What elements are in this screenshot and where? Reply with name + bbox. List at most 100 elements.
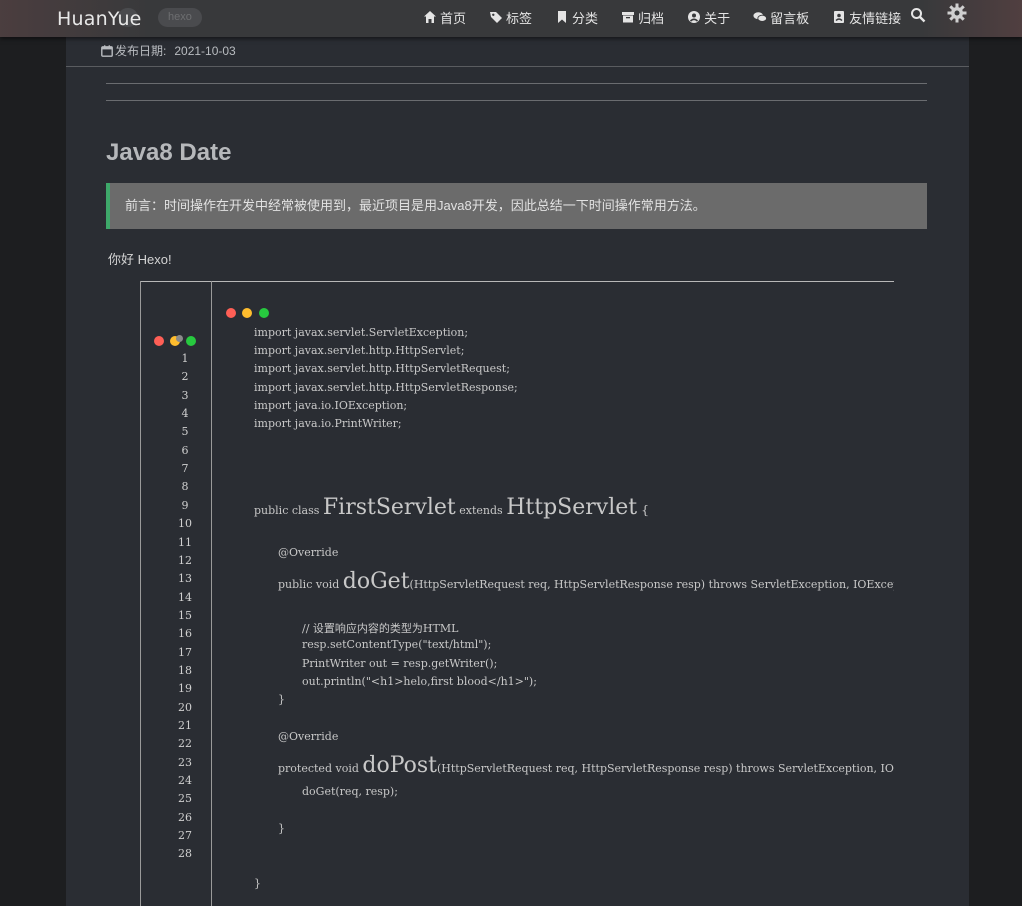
window-dot-green — [259, 308, 269, 318]
code-block: 1 2 3 4 5 6 7 8 9 10 11 12 13 14 15 16 17 18 19 20 21 22 23 24 2… — [140, 281, 894, 906]
code-token: extends — [455, 504, 507, 517]
tag-icon — [490, 12, 503, 23]
code-token: public class — [254, 504, 323, 517]
code-frame-border — [140, 281, 894, 282]
home-icon — [424, 11, 436, 23]
publish-date: 发布日期: 2021-10-03 — [101, 42, 236, 59]
nav-item-friend-links[interactable]: 友情链接 — [832, 7, 901, 27]
code-comment: // 设置响应内容的类型为HTML — [302, 622, 459, 635]
gutter-dot-red — [154, 336, 164, 346]
line-number: 10 — [178, 517, 192, 531]
line-number: 23 — [178, 755, 192, 769]
code-line: out.println("<h1>helo,first blood</h1>")… — [302, 675, 537, 688]
line-number: 20 — [178, 700, 192, 714]
code-token: protected void — [278, 762, 363, 775]
line-number: 1 — [181, 352, 189, 365]
line-number: 3 — [181, 388, 189, 402]
code-token: HttpServlet — [506, 495, 638, 520]
nav-item-tags[interactable]: 标签 — [489, 7, 532, 27]
nav-item-archives[interactable]: 归档 — [621, 7, 664, 27]
line-number: 24 — [178, 774, 192, 788]
line-number: 25 — [178, 792, 192, 806]
gutter-dot-overlap — [176, 335, 183, 342]
nav-menu: 首页 标签 分类 归档 关于 留言板 友情链接 — [423, 7, 924, 27]
gutter-divider — [211, 281, 212, 906]
window-dot-yellow — [242, 308, 252, 318]
line-number: 17 — [178, 645, 192, 659]
line-number: 14 — [178, 590, 192, 604]
line-number: 26 — [178, 810, 192, 824]
search-icon[interactable] — [910, 7, 926, 23]
publish-date-value: 2021-10-03 — [174, 43, 236, 58]
line-number: 18 — [178, 663, 192, 677]
line-number: 15 — [178, 608, 192, 622]
code-line: import javax.servlet.http.HttpServletRes… — [254, 381, 518, 394]
code-line: doGet(req, resp); — [302, 785, 398, 798]
nav-item-label: 归档 — [638, 10, 665, 26]
nav-item-categories[interactable]: 分类 — [555, 7, 598, 27]
line-number: 6 — [181, 443, 189, 457]
line-number: 27 — [178, 829, 192, 843]
nav-item-home[interactable]: 首页 — [423, 7, 466, 27]
line-number: 4 — [181, 407, 189, 421]
code-line: import java.io.IOException; — [254, 399, 408, 412]
line-number: 16 — [178, 627, 192, 641]
line-number: 21 — [178, 719, 192, 732]
archive-icon — [622, 12, 635, 23]
top-navbar: hexo HuanYue 首页 标签 分类 归档 关于 留言板 友情链接 — [0, 0, 1022, 37]
publish-date-label: 发布日期: — [115, 44, 167, 58]
code-line: } — [278, 693, 285, 706]
line-number: 8 — [181, 480, 189, 494]
code-token: doGet — [342, 569, 410, 594]
nav-item-label: 关于 — [704, 10, 731, 26]
navbar-shade-right — [922, 0, 1022, 37]
code-line: resp.setContentType("text/html"); — [302, 638, 492, 651]
code-token: FirstServlet — [322, 495, 456, 520]
line-number: 22 — [178, 737, 192, 751]
post-title: Java8 Date — [106, 139, 232, 166]
code-token: public void — [278, 578, 343, 591]
nav-item-label: 留言板 — [770, 10, 810, 26]
nav-item-label: 标签 — [506, 10, 533, 26]
gutter-dot-green — [186, 336, 196, 346]
line-number: 11 — [178, 535, 192, 549]
code-token: { — [637, 502, 650, 517]
code-line-dopost: protected void doPost(HttpServletRequest… — [278, 753, 894, 778]
code-line: import java.io.PrintWriter; — [254, 417, 402, 430]
code-line: @Override — [278, 730, 339, 743]
bookmark-icon — [558, 11, 567, 23]
code-line: } — [278, 822, 285, 835]
comments-icon — [753, 12, 768, 22]
line-number: 19 — [178, 682, 192, 696]
divider — [106, 83, 927, 84]
code-token: doPost — [362, 753, 437, 778]
code-line: } — [254, 877, 261, 890]
code-line-class-decl: public class FirstServlet extends HttpSe… — [254, 495, 649, 520]
address-book-icon — [834, 11, 845, 23]
line-number: 2 — [181, 370, 189, 384]
line-number: 5 — [181, 425, 189, 439]
preface-note: 前言：时间操作在开发中经常被使用到，最近项目是用Java8开发，因此总结一下时间… — [106, 183, 927, 229]
divider — [66, 66, 969, 67]
code-token: (HttpServletRequest req, HttpServletResp… — [409, 578, 894, 591]
code-line: import javax.servlet.http.HttpServlet; — [254, 344, 465, 357]
calendar-icon — [101, 44, 113, 57]
site-brand[interactable]: HuanYue — [57, 8, 142, 30]
ghost-tag-hexo: hexo — [158, 8, 202, 27]
gear-icon[interactable] — [946, 2, 968, 24]
line-number: 7 — [181, 462, 189, 476]
divider — [106, 100, 927, 101]
window-dot-red — [226, 308, 236, 318]
nav-item-label: 首页 — [440, 10, 467, 26]
nav-item-about[interactable]: 关于 — [687, 7, 730, 27]
code-line: @Override — [278, 546, 339, 559]
nav-item-label: 友情链接 — [849, 10, 902, 26]
code-line: import javax.servlet.http.HttpServletReq… — [254, 362, 510, 375]
nav-item-guestbook[interactable]: 留言板 — [753, 7, 809, 27]
code-token: (HttpServletRequest req, HttpServletResp… — [437, 762, 894, 775]
code-line-doget: public void doGet(HttpServletRequest req… — [278, 569, 894, 594]
line-number: 9 — [181, 498, 189, 512]
line-number: 13 — [178, 572, 192, 586]
code-line: import javax.servlet.ServletException; — [254, 326, 469, 339]
code-frame-border — [140, 281, 141, 906]
